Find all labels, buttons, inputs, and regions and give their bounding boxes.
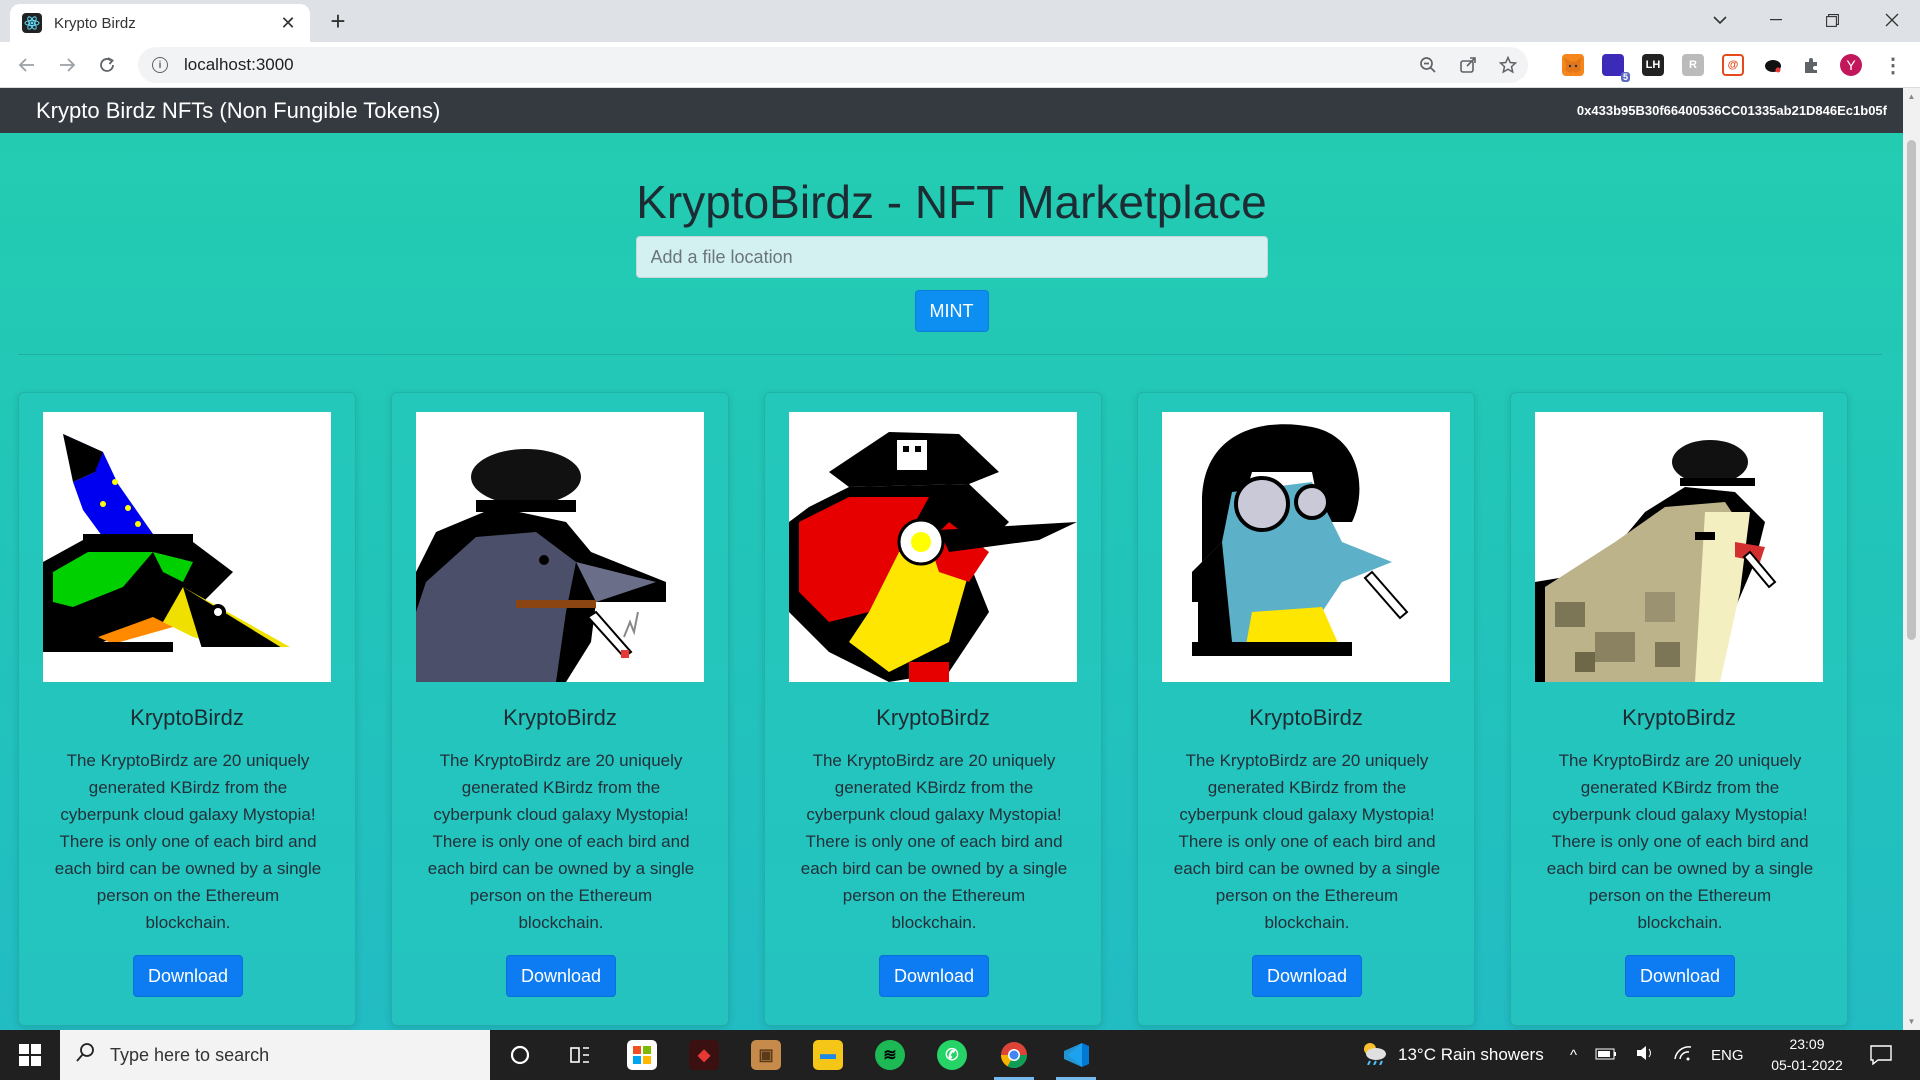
tab-title: Krypto Birdz <box>54 14 136 32</box>
download-button[interactable]: Download <box>1252 955 1362 997</box>
browser-tab[interactable]: Krypto Birdz ✕ <box>10 4 310 42</box>
weather-text: 13°C Rain showers <box>1398 1045 1544 1064</box>
address-bar[interactable]: i localhost:3000 <box>138 47 1528 83</box>
section-divider <box>18 354 1882 355</box>
language-indicator[interactable]: ENG <box>1711 1047 1744 1064</box>
file-explorer-icon[interactable]: ▬ <box>800 1030 856 1080</box>
predator-app-icon[interactable]: ◆ <box>676 1030 732 1080</box>
scrollbar-thumb[interactable] <box>1907 140 1916 640</box>
bookmark-star-icon[interactable] <box>1488 47 1528 83</box>
nft-image-pirate-bird <box>789 412 1077 682</box>
taskbar-search-box[interactable]: Type here to search <box>60 1030 490 1080</box>
extension-badge: 5 <box>1620 72 1630 82</box>
browser-menu-icon[interactable]: ⋮ <box>1882 54 1904 77</box>
package-app-icon[interactable]: ▣ <box>738 1030 794 1080</box>
card-title: KryptoBirdz <box>1249 705 1363 730</box>
zoom-icon[interactable] <box>1408 47 1448 83</box>
page-title: KryptoBirdz - NFT Marketplace <box>636 176 1267 228</box>
back-icon[interactable] <box>12 50 42 80</box>
browser-tab-strip: Krypto Birdz ✕ + <box>0 0 1920 42</box>
task-view-icon[interactable] <box>552 1030 608 1080</box>
nft-card: KryptoBirdz The KryptoBirdz are 20 uniqu… <box>1137 392 1475 1026</box>
account-address: 0x433b95B30f66400536CC01335ab21D846Ec1b0… <box>1576 103 1887 118</box>
download-button[interactable]: Download <box>506 955 616 997</box>
pet-extension-icon[interactable] <box>1762 54 1784 76</box>
clock-date: 05-01-2022 <box>1771 1057 1843 1073</box>
microsoft-store-icon[interactable] <box>614 1030 670 1080</box>
chevron-up-icon[interactable]: ^ <box>1570 1047 1577 1064</box>
card-title: KryptoBirdz <box>503 705 617 730</box>
system-clock[interactable]: 23:09 05-01-2022 <box>1762 1034 1852 1076</box>
whatsapp-icon[interactable]: ✆ <box>924 1030 980 1080</box>
css-extension-icon[interactable]: @ <box>1722 54 1744 76</box>
nft-card-grid: KryptoBirdz The KryptoBirdz are 20 uniqu… <box>18 392 1888 1030</box>
forward-icon[interactable] <box>52 50 82 80</box>
download-button[interactable]: Download <box>879 955 989 997</box>
vscode-icon[interactable] <box>1048 1030 1104 1080</box>
tab-search-icon[interactable] <box>1692 0 1748 40</box>
url-text[interactable]: localhost:3000 <box>184 55 1408 75</box>
rain-cloud-icon <box>1360 1041 1388 1070</box>
volume-icon[interactable] <box>1635 1045 1655 1065</box>
nft-image-camo-bird <box>1535 412 1823 682</box>
metamask-extension-icon[interactable] <box>1562 54 1584 76</box>
lighthouse-extension-icon[interactable]: LH <box>1642 54 1664 76</box>
download-button[interactable]: Download <box>133 955 243 997</box>
profile-avatar[interactable]: Y <box>1840 54 1862 76</box>
mint-section: KryptoBirdz - NFT Marketplace MINT <box>0 133 1903 332</box>
top-navbar: Krypto Birdz NFTs (Non Fungible Tokens) … <box>0 88 1903 133</box>
card-description: The KryptoBirdz are 20 uniquely generate… <box>800 751 1068 932</box>
card-description: The KryptoBirdz are 20 uniquely generate… <box>427 751 695 932</box>
cortana-icon[interactable] <box>492 1030 548 1080</box>
navbar-brand[interactable]: Krypto Birdz NFTs (Non Fungible Tokens) <box>36 98 440 124</box>
new-tab-button[interactable]: + <box>322 6 354 38</box>
minimize-icon[interactable] <box>1748 0 1804 40</box>
windows-start-icon[interactable] <box>0 1030 60 1080</box>
search-placeholder: Type here to search <box>110 1044 270 1065</box>
weather-widget[interactable]: 13°C Rain showers <box>1360 1030 1544 1080</box>
card-title: KryptoBirdz <box>876 705 990 730</box>
download-button[interactable]: Download <box>1625 955 1735 997</box>
system-tray: ^ ENG <box>1570 1030 1744 1080</box>
search-icon <box>76 1042 96 1068</box>
nft-image-bowler-hat-crow <box>416 412 704 682</box>
card-title: KryptoBirdz <box>1622 705 1736 730</box>
card-description: The KryptoBirdz are 20 uniquely generate… <box>1546 751 1814 932</box>
battery-icon[interactable] <box>1595 1047 1617 1064</box>
scroll-down-icon[interactable]: ▼ <box>1907 1017 1916 1026</box>
card-title: KryptoBirdz <box>130 705 244 730</box>
restore-icon[interactable] <box>1804 0 1860 40</box>
react-icon <box>22 13 42 33</box>
mint-button[interactable]: MINT <box>914 290 989 332</box>
clock-time: 23:09 <box>1789 1036 1825 1052</box>
spotify-icon[interactable]: ≋ <box>862 1030 918 1080</box>
nft-card: KryptoBirdz The KryptoBirdz are 20 uniqu… <box>391 392 729 1026</box>
page-scrollbar[interactable]: ▲ ▼ <box>1903 88 1920 1030</box>
notification-center-icon[interactable] <box>1856 1030 1906 1080</box>
share-icon[interactable] <box>1448 47 1488 83</box>
extensions-puzzle-icon[interactable] <box>1800 54 1822 76</box>
close-tab-icon[interactable]: ✕ <box>278 13 298 34</box>
scroll-up-icon[interactable]: ▲ <box>1907 92 1916 101</box>
reload-icon[interactable] <box>92 50 122 80</box>
site-info-icon[interactable]: i <box>152 57 168 73</box>
browser-toolbar: i localhost:3000 5 LH R @ Y ⋮ <box>0 42 1920 88</box>
nft-card: KryptoBirdz The KryptoBirdz are 20 uniqu… <box>18 392 356 1026</box>
grey-extension-icon[interactable]: R <box>1682 54 1704 76</box>
file-location-input[interactable] <box>635 236 1268 278</box>
card-description: The KryptoBirdz are 20 uniquely generate… <box>54 751 322 932</box>
hexagon-extension-icon[interactable]: 5 <box>1602 54 1630 82</box>
windows-taskbar: Type here to search ◆ ▣ ▬ ≋ ✆ 13°C Rain … <box>0 1030 1920 1080</box>
chrome-taskbar-icon[interactable] <box>986 1030 1042 1080</box>
nft-image-wizard-bird <box>43 412 331 682</box>
card-description: The KryptoBirdz are 20 uniquely generate… <box>1173 751 1441 932</box>
close-window-icon[interactable] <box>1864 0 1920 40</box>
wifi-icon[interactable] <box>1673 1045 1693 1065</box>
page-viewport: Krypto Birdz NFTs (Non Fungible Tokens) … <box>0 88 1920 1030</box>
nft-card: KryptoBirdz The KryptoBirdz are 20 uniqu… <box>764 392 1102 1026</box>
nft-card: KryptoBirdz The KryptoBirdz are 20 uniqu… <box>1510 392 1848 1026</box>
nft-image-sunglasses-bird <box>1162 412 1450 682</box>
